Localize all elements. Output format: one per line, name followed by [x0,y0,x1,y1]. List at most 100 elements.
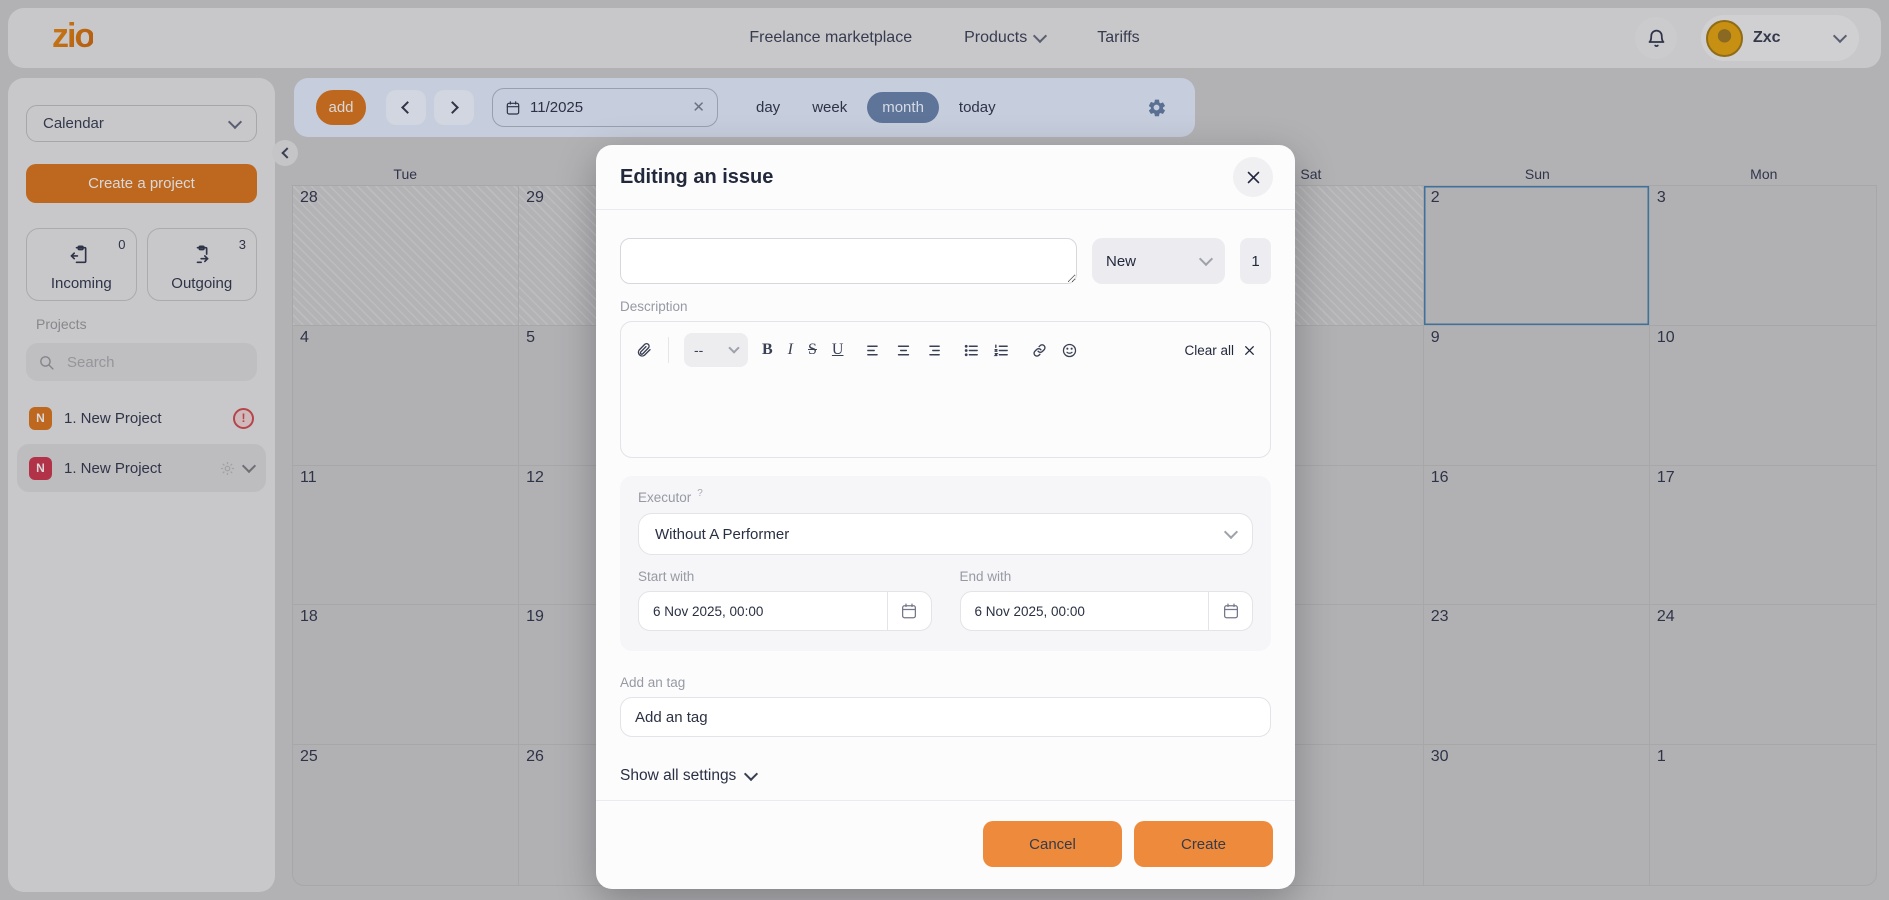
calendar-day-cell[interactable]: 9 [1424,326,1650,466]
calendar-day-cell[interactable]: 24 [1650,605,1876,745]
calendar-day-cell[interactable]: 28 [293,186,519,326]
calendar-day-cell[interactable]: 16 [1424,466,1650,606]
bullet-list-icon[interactable] [963,342,980,359]
start-date-field[interactable]: 6 Nov 2025, 00:00 [638,591,932,631]
day-number: 28 [300,189,318,206]
nav-tariffs[interactable]: Tariffs [1097,29,1139,47]
view-week-button[interactable]: week [800,99,859,116]
format-select[interactable]: -- [684,333,748,367]
search-input[interactable] [65,353,215,372]
outgoing-card[interactable]: 3 Outgoing [147,228,258,301]
next-month-button[interactable] [434,90,474,125]
chevron-down-icon [1224,525,1238,539]
clear-date-icon[interactable]: ✕ [692,100,705,115]
end-date-group: End with 6 Nov 2025, 00:00 [960,569,1254,631]
show-all-settings-label: Show all settings [620,767,736,785]
italic-button[interactable]: I [787,341,794,359]
align-right-icon[interactable] [925,342,942,359]
project-item-2[interactable]: N 1. New Project [17,444,266,492]
calendar-day-cell[interactable]: 11 [293,466,519,606]
notifications-button[interactable] [1635,17,1677,59]
calendar-day-cell[interactable]: 4 [293,326,519,466]
project-search[interactable] [26,343,257,381]
day-number: 2 [1431,189,1440,206]
project-settings-gear-icon[interactable] [219,460,236,477]
description-content[interactable] [621,367,1270,437]
modal-body: New 1 Description -- B I [596,210,1295,800]
numbered-list-icon[interactable] [993,342,1010,359]
tag-input[interactable] [620,697,1271,737]
cancel-button[interactable]: Cancel [983,821,1122,867]
modal-footer: Cancel Create [596,800,1295,889]
incoming-label: Incoming [51,275,112,292]
calendar-day-cell[interactable]: 18 [293,605,519,745]
calendar-icon [900,602,918,620]
end-date-label: End with [960,569,1254,584]
add-event-button[interactable]: add [316,90,366,125]
align-left-icon[interactable] [865,342,882,359]
nav-products[interactable]: Products [964,29,1045,47]
day-header: Tue [292,166,518,182]
nav-label: Freelance marketplace [749,29,912,47]
attachment-icon[interactable] [635,341,653,359]
show-all-settings-button[interactable]: Show all settings [620,767,756,785]
day-number: 17 [1657,469,1675,486]
view-today-button[interactable]: today [947,99,1008,116]
calendar-day-cell[interactable]: 25 [293,745,519,885]
executor-panel: Executor ? Without A Performer Start wit… [620,476,1271,651]
chevron-left-icon [281,147,292,158]
create-button[interactable]: Create [1134,821,1273,867]
project-item-1[interactable]: N 1. New Project ! [17,394,266,442]
calendar-settings-button[interactable] [1140,96,1173,119]
calendar-day-cell[interactable]: 23 [1424,605,1650,745]
executor-select[interactable]: Without A Performer [638,513,1253,555]
day-number: 12 [526,469,544,486]
start-date-label: Start with [638,569,932,584]
underline-button[interactable]: U [831,341,845,359]
main-nav: Freelance marketplace Products Tariffs [8,29,1881,47]
sidebar-collapse-button[interactable] [272,140,298,166]
start-date-picker-button[interactable] [887,592,931,630]
create-project-button[interactable]: Create a project [26,164,257,203]
end-date-picker-button[interactable] [1208,592,1252,630]
month-picker-field[interactable]: 11/2025 ✕ [492,88,718,127]
calendar-day-cell[interactable]: 1 [1650,745,1876,885]
view-selector[interactable]: Calendar [26,105,257,142]
sidebar: Calendar Create a project 0 Incoming 3 O… [8,78,275,892]
end-date-field[interactable]: 6 Nov 2025, 00:00 [960,591,1254,631]
calendar-day-cell[interactable]: 2 [1424,186,1650,326]
calendar-day-cell[interactable]: 3 [1650,186,1876,326]
nav-label: Tariffs [1097,29,1139,47]
issue-title-input[interactable] [620,238,1077,284]
calendar-day-cell[interactable]: 17 [1650,466,1876,606]
strikethrough-button[interactable]: S [807,341,818,359]
prev-month-button[interactable] [386,90,426,125]
day-number: 16 [1431,469,1449,486]
description-label: Description [620,299,1271,314]
calendar-day-cell[interactable]: 30 [1424,745,1650,885]
chevron-down-icon [1833,29,1847,43]
view-day-button[interactable]: day [744,99,792,116]
clipboard-outgoing-icon [189,244,211,266]
bold-button[interactable]: B [761,341,774,359]
clear-all-button[interactable]: Clear all [1184,343,1256,358]
modal-close-button[interactable] [1233,157,1273,197]
task-counters: 0 Incoming 3 Outgoing [26,228,257,301]
help-icon[interactable]: ? [697,488,703,499]
description-editor[interactable]: -- B I S U Clear all [620,321,1271,458]
view-month-button[interactable]: month [867,92,939,123]
day-number: 24 [1657,608,1675,625]
chevron-down-icon[interactable] [242,459,256,473]
status-select[interactable]: New [1092,238,1225,284]
user-menu[interactable]: Zxc [1701,15,1859,61]
day-number: 10 [1657,329,1675,346]
issue-number-badge: 1 [1240,238,1271,284]
link-icon[interactable] [1031,342,1048,359]
nav-freelance-marketplace[interactable]: Freelance marketplace [749,29,912,47]
chevron-down-icon [728,342,739,353]
emoji-icon[interactable] [1061,342,1078,359]
align-center-icon[interactable] [895,342,912,359]
bell-icon [1646,28,1667,49]
calendar-day-cell[interactable]: 10 [1650,326,1876,466]
incoming-card[interactable]: 0 Incoming [26,228,137,301]
